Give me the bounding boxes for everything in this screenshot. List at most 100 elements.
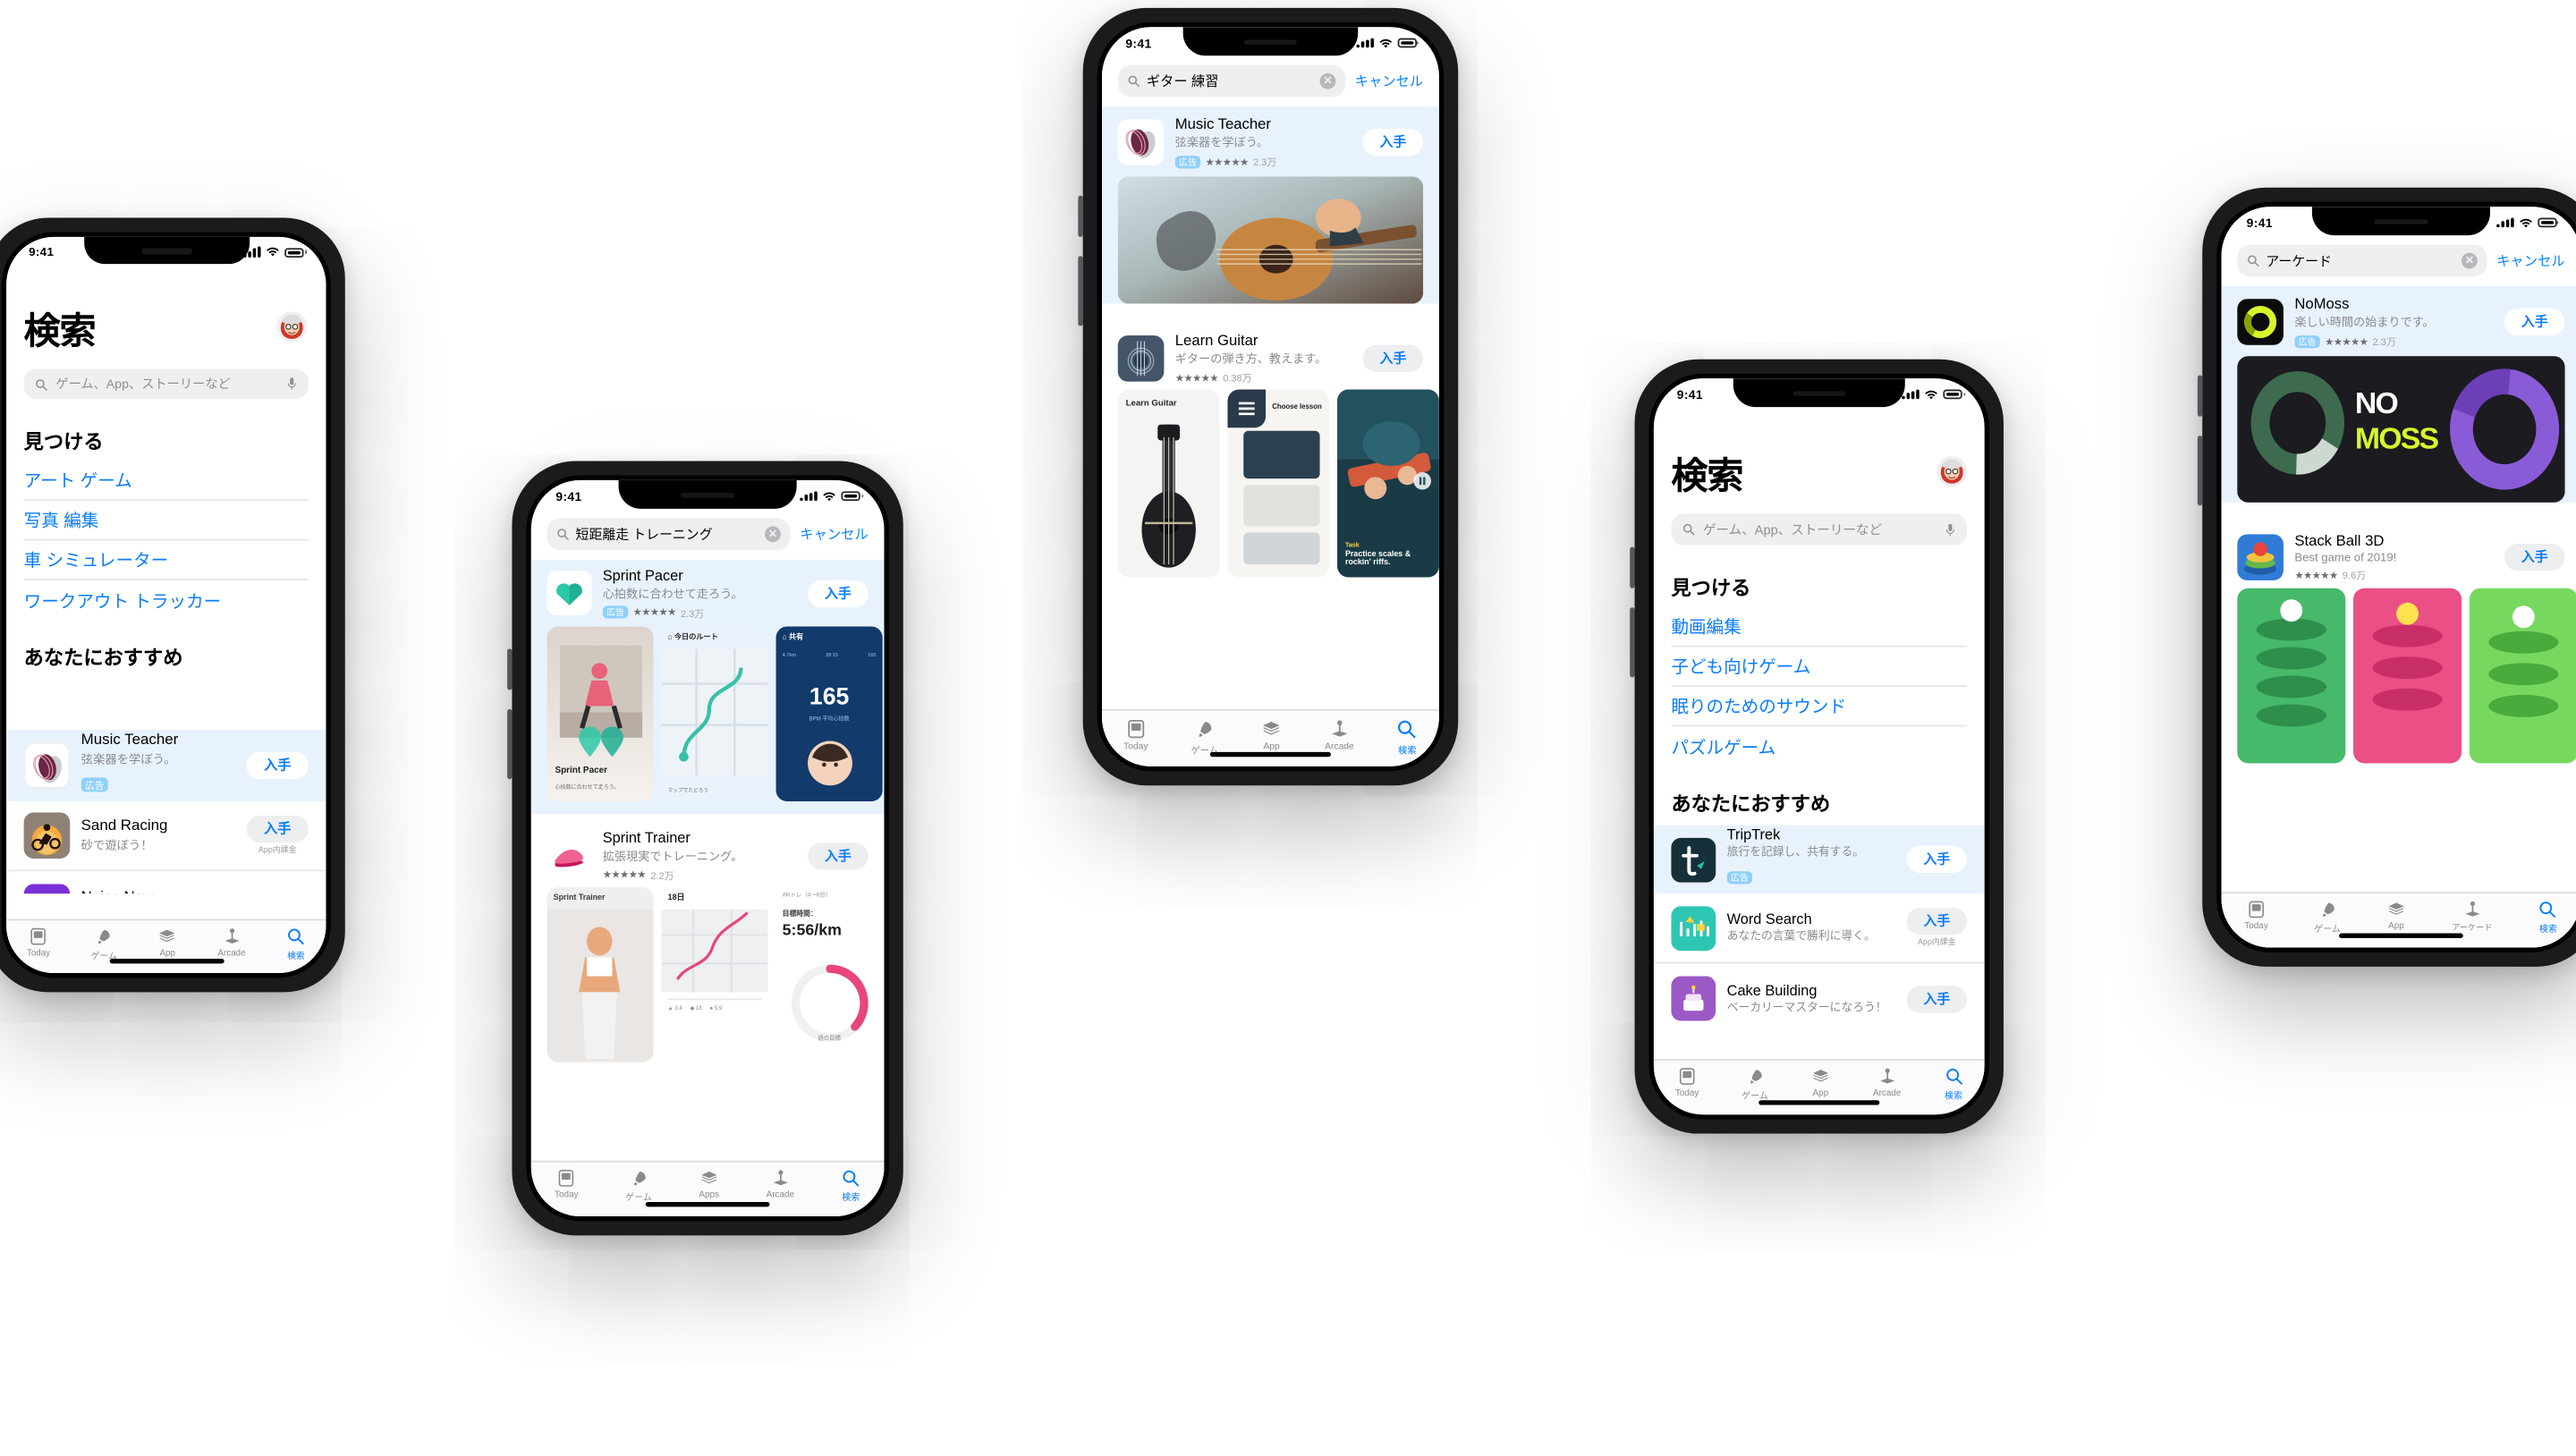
tab-search[interactable]: 検索 [286, 927, 305, 962]
app-row[interactable]: TripTrek 旅行を記録し、共有する。 広告 入手 [1653, 825, 1985, 894]
screenshot-strip[interactable] [2222, 588, 2576, 764]
tab-arcade[interactable]: Arcade [767, 1169, 794, 1200]
clear-icon[interactable]: ✕ [1319, 72, 1336, 89]
clear-icon[interactable]: ✕ [765, 526, 781, 543]
app-row[interactable]: Sprint Pacer 心拍数に合わせて走ろう。 広告 ★★★★★ 2.3万 … [531, 560, 885, 627]
avatar[interactable] [1936, 456, 1968, 487]
discover-item[interactable]: ワークアウト トラッカー [24, 580, 309, 620]
get-button[interactable]: 入手 [246, 751, 309, 780]
tab-today[interactable]: Today [27, 927, 50, 959]
tab-search[interactable]: 検索 [1397, 719, 1418, 757]
search-input[interactable]: ギター 練習 ✕ [1117, 64, 1346, 97]
tab-search[interactable]: 検索 [842, 1169, 860, 1204]
tab-arcade[interactable]: アーケード [2452, 900, 2493, 934]
tab-arcade[interactable]: Arcade [1873, 1067, 1901, 1098]
discover-item[interactable]: 動画編集 [1671, 607, 1968, 648]
home-indicator [1209, 752, 1331, 758]
screenshot[interactable]: Sprint Trainer [547, 887, 654, 1062]
app-row[interactable]: Stack Ball 3D Best game of 2019! ★★★★★ 9… [2222, 525, 2576, 588]
phone-search-home-left: 9:41 検索 ゲーム、App、ストーリーなど 見つける アート ゲーム 写真 … [0, 217, 345, 993]
search-input[interactable]: アーケード ✕ [2237, 244, 2487, 277]
app-row[interactable]: Sand Racing 砂で遊ぼう！ 入手 App内課金 [6, 801, 326, 872]
suggested-list[interactable]: TripTrek 旅行を記録し、共有する。 広告 入手 Word Search … [1653, 825, 1985, 1059]
avatar[interactable] [276, 311, 308, 343]
results-list[interactable]: NoMoss 楽しい時間の始まりです。 広告 ★★★★★ 2.3万 入手 NO … [2221, 286, 2576, 892]
cancel-button[interactable]: キャンセル [1355, 72, 1423, 90]
app-row[interactable]: Sprint Trainer 拡張現実でトレーニング。 ★★★★★ 2.2万 入… [531, 824, 885, 887]
tab-search[interactable]: 検索 [1944, 1067, 1962, 1102]
screenshot[interactable]: ARトレ（4〜6分） 目標時間： 5:56/km 週の目標 [775, 887, 883, 1062]
tab-apps[interactable]: App [1811, 1067, 1830, 1098]
cancel-button[interactable]: キャンセル [2496, 251, 2564, 270]
tab-games[interactable]: ゲーム [91, 927, 117, 962]
results-list[interactable]: Music Teacher 弦楽器を学ぼう。 広告 ★★★★★ 2.3万 入手 [1102, 106, 1439, 709]
get-button[interactable]: 入手 [1362, 343, 1424, 372]
get-button[interactable]: 入手 [1906, 985, 1968, 1012]
app-row[interactable]: Music Teacher 弦楽器を学ぼう。 広告 ★★★★★ 2.3万 入手 [1102, 106, 1439, 176]
tab-apps[interactable]: App [2386, 900, 2405, 932]
app-row[interactable]: Word Search あなたの言葉で勝利に導く。 入手 App内課金 [1653, 893, 1985, 964]
discover-item[interactable]: 写真 編集 [23, 501, 309, 541]
tab-apps[interactable]: Apps [699, 1169, 719, 1200]
search-input[interactable]: ゲーム、App、ストーリーなど [23, 368, 309, 400]
app-row[interactable]: NoMoss 楽しい時間の始まりです。 広告 ★★★★★ 2.3万 入手 [2222, 286, 2576, 356]
screenshot[interactable]: ⌂ 今日のルート マップでたどろう [661, 626, 768, 801]
apps-stack-icon [1812, 1070, 1828, 1082]
screenshot[interactable]: Sprint Pacer 心拍数に合わせて走ろう。 [547, 626, 654, 801]
microphone-icon[interactable] [286, 377, 297, 391]
tab-today[interactable]: Today [555, 1169, 579, 1200]
results-list[interactable]: Sprint Pacer 心拍数に合わせて走ろう。 広告 ★★★★★ 2.3万 … [530, 559, 885, 1161]
clear-icon[interactable]: ✕ [2462, 252, 2478, 269]
get-button[interactable]: 入手 [1906, 845, 1968, 873]
discover-item[interactable]: 眠りのためのサウンド [1671, 687, 1968, 727]
search-input[interactable]: 短距離走 トレーニング ✕ [547, 518, 791, 551]
screenshot[interactable]: Choose lesson [1227, 389, 1330, 578]
screenshot[interactable]: 18日 ▲ 3.4 ◆ 18 ● 5.9 [661, 887, 768, 1062]
tab-search[interactable]: 検索 [2538, 900, 2557, 935]
get-button[interactable]: 入手 [2504, 543, 2565, 571]
tab-games[interactable]: ゲーム [2314, 900, 2341, 935]
tab-label: App [2388, 922, 2404, 932]
screenshot-strip[interactable]: Sprint Pacer 心拍数に合わせて走ろう。 ⌂ 今日のルート マップでた… [531, 626, 885, 801]
search-input[interactable]: ゲーム、App、ストーリーなど [1671, 513, 1968, 546]
screenshot[interactable] [2469, 588, 2576, 764]
microphone-icon[interactable] [1945, 522, 1955, 537]
tab-games[interactable]: ゲーム [625, 1169, 652, 1204]
pause-icon[interactable] [1413, 472, 1431, 490]
cancel-button[interactable]: キャンセル [800, 525, 868, 544]
get-button[interactable]: 入手 [246, 815, 309, 842]
hero-screenshot[interactable] [1117, 176, 1424, 304]
get-button[interactable]: 入手 [808, 580, 869, 607]
tab-arcade[interactable]: Arcade [1325, 719, 1354, 752]
get-button[interactable]: 入手 [2504, 308, 2565, 335]
app-row[interactable]: Cake Building ベーカリーマスターになろう！ 入手 [1654, 963, 1985, 1033]
tab-apps[interactable]: App [1261, 719, 1282, 752]
screenshot[interactable] [2353, 588, 2462, 764]
hero-screenshot[interactable]: NO MOSS [2237, 356, 2565, 503]
screenshot-strip[interactable]: Sprint Trainer 18日 ▲ 3.4 ◆ 18 ● 5.9 ARトレ… [531, 887, 885, 1062]
screenshot[interactable]: Task Practice scales & rockin' riffs. [1337, 389, 1439, 578]
screenshot[interactable]: Learn Guitar [1117, 389, 1220, 578]
tab-apps[interactable]: App [158, 927, 177, 959]
get-button[interactable]: 入手 [808, 842, 869, 869]
cellular-icon [1902, 389, 1919, 400]
app-row[interactable]: Learn Guitar ギターの弾き方、教えます。 ★★★★★ 0.38万 入… [1102, 326, 1439, 389]
discover-item[interactable]: 子ども向けゲーム [1671, 648, 1968, 687]
tab-games[interactable]: ゲーム [1741, 1067, 1768, 1102]
discover-item[interactable]: パズルゲーム [1671, 726, 1967, 766]
screenshot-strip[interactable]: Learn Guitar Choose lesson Task Practice… [1102, 389, 1439, 578]
screenshot[interactable]: ⌂ 共有 4.7km 28:15 165 165 BPM 平均心拍数 [775, 626, 883, 801]
tab-today[interactable]: Today [2244, 900, 2268, 932]
tab-arcade[interactable]: Arcade [218, 927, 246, 959]
app-row[interactable]: Noise Now どんなサウンドもこれ1つで。 入手 [6, 871, 326, 894]
app-name: Cake Building [1726, 981, 1818, 998]
tab-today[interactable]: Today [1123, 719, 1148, 752]
app-row[interactable]: Music Teacher 弦楽器を学ぼう。 広告 入手 [6, 730, 326, 801]
tab-games[interactable]: ゲーム [1191, 719, 1218, 757]
get-button[interactable]: 入手 [1362, 128, 1424, 156]
get-button[interactable]: 入手 [1906, 907, 1968, 935]
discover-item[interactable]: アート ゲーム [23, 461, 309, 501]
tab-today[interactable]: Today [1675, 1067, 1699, 1098]
discover-item[interactable]: 車 シミュレーター [23, 540, 309, 580]
screenshot[interactable] [2237, 588, 2346, 764]
